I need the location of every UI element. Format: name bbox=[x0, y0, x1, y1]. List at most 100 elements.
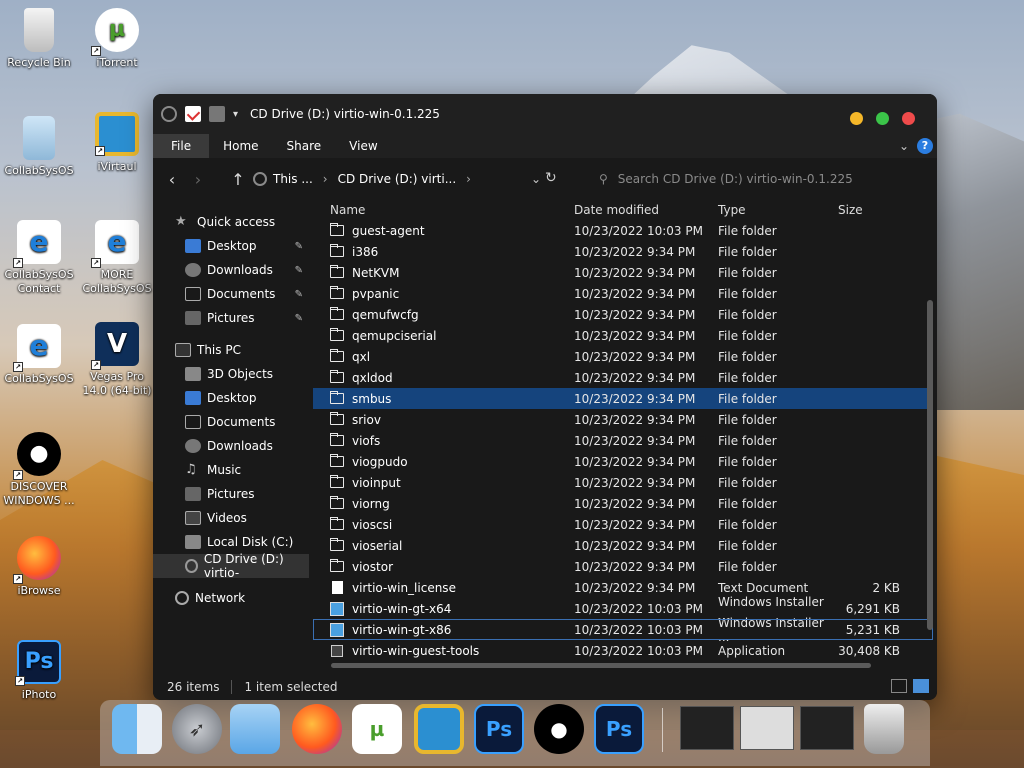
details-view-icon[interactable] bbox=[891, 679, 907, 693]
desktop-icon-ivirtaul[interactable]: ↗ iVirtaul bbox=[80, 112, 154, 174]
minimized-window-thumbnail[interactable] bbox=[740, 706, 794, 750]
properties-icon[interactable] bbox=[185, 106, 201, 122]
search-input[interactable]: Search CD Drive (D:) virtio-win-0.1.225 bbox=[618, 172, 853, 186]
tab-share[interactable]: Share bbox=[273, 134, 336, 158]
nav-this-pc[interactable]: This PC bbox=[153, 338, 309, 362]
scrollbar-thumb[interactable] bbox=[331, 663, 871, 668]
nav-item-3d-objects[interactable]: 3D Objects bbox=[153, 362, 309, 386]
window-title: CD Drive (D:) virtio-win-0.1.225 bbox=[250, 107, 440, 121]
file-row[interactable]: qxl 10/23/2022 9:34 PM File folder bbox=[313, 346, 933, 367]
file-row[interactable]: smbus 10/23/2022 9:34 PM File folder bbox=[313, 388, 933, 409]
desktop-icon-collabsysos-contact[interactable]: e ↗ CollabSysOS Contact bbox=[2, 220, 76, 296]
desktop-icon-iphoto[interactable]: Ps ↗ iPhoto bbox=[2, 640, 76, 702]
file-row[interactable]: qxldod 10/23/2022 9:34 PM File folder bbox=[313, 367, 933, 388]
file-row[interactable]: qemufwcfg 10/23/2022 9:34 PM File folder bbox=[313, 304, 933, 325]
breadcrumb-this-pc[interactable]: This ... bbox=[273, 172, 313, 186]
firefox-icon[interactable] bbox=[292, 704, 342, 754]
file-row[interactable]: i386 10/23/2022 9:34 PM File folder bbox=[313, 241, 933, 262]
column-header-name[interactable]: Name bbox=[313, 203, 574, 217]
nav-item-music[interactable]: ♫ Music bbox=[153, 458, 309, 482]
close-button[interactable] bbox=[902, 112, 915, 125]
nav-item-documents[interactable]: Documents ✎ bbox=[153, 282, 309, 306]
nav-label: 3D Objects bbox=[207, 367, 274, 381]
desktop-icon-recycle-bin[interactable]: Recycle Bin bbox=[2, 8, 76, 70]
new-folder-icon[interactable] bbox=[209, 106, 225, 122]
file-row[interactable]: vioserial 10/23/2022 9:34 PM File folder bbox=[313, 535, 933, 556]
forward-button[interactable]: › bbox=[185, 170, 211, 189]
column-header-date[interactable]: Date modified bbox=[574, 203, 718, 217]
address-bar[interactable]: This ... › CD Drive (D:) virti... › ⌄ bbox=[253, 166, 573, 192]
file-row[interactable]: viofs 10/23/2022 9:34 PM File folder bbox=[313, 430, 933, 451]
refresh-icon[interactable]: ↻ bbox=[545, 170, 557, 186]
nav-item-desktop[interactable]: Desktop ✎ bbox=[153, 234, 309, 258]
folder-icon[interactable] bbox=[230, 704, 280, 754]
file-row[interactable]: pvpanic 10/23/2022 9:34 PM File folder bbox=[313, 283, 933, 304]
back-button[interactable]: ‹ bbox=[159, 170, 185, 189]
up-button[interactable]: ↑ bbox=[225, 170, 251, 189]
nav-item-documents-pc[interactable]: Documents bbox=[153, 410, 309, 434]
file-row[interactable]: virtio-win-gt-x64 10/23/2022 10:03 PM Wind… bbox=[313, 595, 933, 623]
file-row[interactable]: sriov 10/23/2022 9:34 PM File folder bbox=[313, 409, 933, 430]
quick-access-dropdown-icon[interactable]: ▾ bbox=[233, 109, 238, 120]
desktop-icon-itorrent[interactable]: µ ↗ iTorrent bbox=[80, 8, 154, 70]
help-icon[interactable]: ? bbox=[917, 138, 933, 154]
nav-item-pictures-pc[interactable]: Pictures bbox=[153, 482, 309, 506]
launchpad-icon[interactable]: ➶ bbox=[172, 704, 222, 754]
nav-network[interactable]: Network bbox=[153, 586, 309, 610]
desktop-icon-collabsysos-ie[interactable]: e ↗ CollabSysOS bbox=[2, 324, 76, 386]
vertical-scrollbar[interactable] bbox=[925, 200, 935, 650]
nav-item-desktop-pc[interactable]: Desktop bbox=[153, 386, 309, 410]
nav-item-local-disk[interactable]: Local Disk (C:) bbox=[153, 530, 309, 554]
horizontal-scrollbar[interactable] bbox=[319, 660, 925, 670]
minimized-window-thumbnail[interactable] bbox=[800, 706, 854, 750]
nav-item-videos[interactable]: Videos bbox=[153, 506, 309, 530]
nav-quick-access[interactable]: ★ Quick access bbox=[153, 210, 309, 234]
file-row[interactable]: vioinput 10/23/2022 9:34 PM File folder bbox=[313, 472, 933, 493]
expand-ribbon-icon[interactable]: ⌄ bbox=[899, 139, 909, 153]
file-row[interactable]: viorng 10/23/2022 9:34 PM File folder bbox=[313, 493, 933, 514]
finder-icon[interactable] bbox=[112, 704, 162, 754]
nav-item-downloads-pc[interactable]: Downloads bbox=[153, 434, 309, 458]
file-row[interactable]: viostor 10/23/2022 9:34 PM File folder bbox=[313, 556, 933, 577]
file-row[interactable]: guest-agent 10/23/2022 10:03 PM File folde… bbox=[313, 220, 933, 241]
file-row[interactable]: qemupciserial 10/23/2022 9:34 PM File fold… bbox=[313, 325, 933, 346]
file-row[interactable]: virtio-win-gt-x86 10/23/2022 10:03 PM Wind… bbox=[313, 616, 933, 644]
search-box[interactable]: ⚲ Search CD Drive (D:) virtio-win-0.1.22… bbox=[593, 166, 913, 192]
trash-icon[interactable] bbox=[864, 704, 904, 754]
desktop-icon-discover-windows[interactable]: ● ↗ DISCOVER WINDOWS ... bbox=[2, 432, 76, 508]
photoshop-icon[interactable]: Ps bbox=[594, 704, 644, 754]
file-row[interactable]: NetKVM 10/23/2022 9:34 PM File folder bbox=[313, 262, 933, 283]
nav-label: Music bbox=[207, 463, 242, 477]
desktop-icon-vegas-pro[interactable]: V ↗ Vegas Pro 14.0 (64-bit) bbox=[80, 322, 154, 398]
photoshop-icon[interactable]: Ps bbox=[474, 704, 524, 754]
column-header-size[interactable]: Size bbox=[838, 203, 906, 217]
utorrent-icon[interactable]: µ bbox=[352, 704, 402, 754]
desktop-icon-collabsysos[interactable]: CollabSysOS bbox=[2, 116, 76, 178]
nav-label: Desktop bbox=[207, 391, 257, 405]
column-header-type[interactable]: Type bbox=[718, 203, 838, 217]
tab-file[interactable]: File bbox=[153, 134, 210, 158]
file-name: NetKVM bbox=[352, 265, 400, 280]
breadcrumb-cd-drive[interactable]: CD Drive (D:) virti... bbox=[338, 172, 457, 186]
nav-item-pictures[interactable]: Pictures ✎ bbox=[153, 306, 309, 330]
nav-item-cd-drive[interactable]: CD Drive (D:) virtio- bbox=[153, 552, 309, 580]
apple-icon[interactable]: ● bbox=[534, 704, 584, 754]
minimized-window-thumbnail[interactable] bbox=[680, 706, 734, 750]
nav-item-downloads[interactable]: Downloads ✎ bbox=[153, 258, 309, 282]
minimize-button[interactable] bbox=[850, 112, 863, 125]
tab-view[interactable]: View bbox=[335, 134, 391, 158]
tab-home[interactable]: Home bbox=[209, 134, 272, 158]
title-bar[interactable]: ▾ CD Drive (D:) virtio-win-0.1.225 bbox=[153, 94, 937, 134]
file-row[interactable]: vioscsi 10/23/2022 9:34 PM File folder bbox=[313, 514, 933, 535]
virtual-icon[interactable] bbox=[414, 704, 464, 754]
scrollbar-thumb[interactable] bbox=[927, 300, 933, 630]
large-icons-view-icon[interactable] bbox=[913, 679, 929, 693]
file-row[interactable]: viogpudo 10/23/2022 9:34 PM File folder bbox=[313, 451, 933, 472]
file-name: virtio-win-guest-tools bbox=[352, 643, 480, 658]
file-row[interactable]: virtio-win_license 10/23/2022 9:34 PM Text… bbox=[313, 577, 933, 598]
maximize-button[interactable] bbox=[876, 112, 889, 125]
desktop-icon-more-collabsysos[interactable]: e ↗ MORE CollabSysOS bbox=[80, 220, 154, 296]
desktop-icon-ibrowse[interactable]: ↗ iBrowse bbox=[2, 536, 76, 598]
file-row[interactable]: virtio-win-guest-tools 10/23/2022 10:03 P… bbox=[313, 640, 933, 661]
address-dropdown-icon[interactable]: ⌄ bbox=[531, 172, 541, 186]
